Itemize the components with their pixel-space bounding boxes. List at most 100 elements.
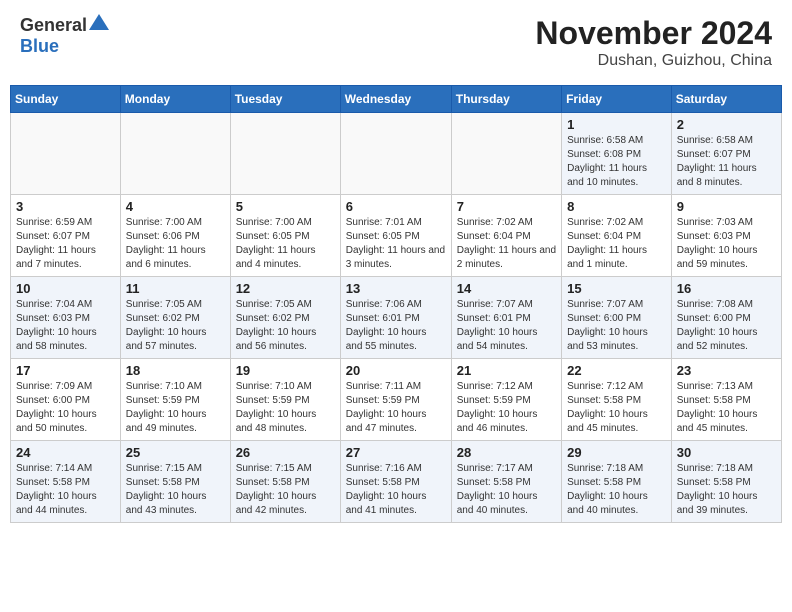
day-number: 20: [346, 363, 446, 378]
calendar-cell: 17Sunrise: 7:09 AM Sunset: 6:00 PM Dayli…: [11, 359, 121, 441]
day-number: 30: [677, 445, 776, 460]
day-number: 16: [677, 281, 776, 296]
calendar-cell: 10Sunrise: 7:04 AM Sunset: 6:03 PM Dayli…: [11, 277, 121, 359]
calendar-header-sunday: Sunday: [11, 86, 121, 113]
calendar-cell: [230, 113, 340, 195]
day-number: 18: [126, 363, 225, 378]
day-number: 9: [677, 199, 776, 214]
day-number: 15: [567, 281, 666, 296]
day-info: Sunrise: 7:00 AM Sunset: 6:06 PM Dayligh…: [126, 216, 225, 272]
calendar-cell: 9Sunrise: 7:03 AM Sunset: 6:03 PM Daylig…: [671, 195, 781, 277]
day-number: 8: [567, 199, 666, 214]
calendar-cell: 23 Sunrise: 7:13 AM Sunset: 5:58 PM Dayli…: [671, 359, 781, 441]
header: General Blue November 2024 Dushan, Guizh…: [10, 10, 782, 75]
calendar-cell: 29 Sunrise: 7:18 AM Sunset: 5:58 PM Dayli…: [562, 441, 672, 523]
day-info: Sunrise: 7:14 AM Sunset: 5:58 PM Dayligh…: [16, 462, 115, 518]
calendar-cell: [120, 113, 230, 195]
calendar-cell: 18Sunrise: 7:10 AM Sunset: 5:59 PM Dayli…: [120, 359, 230, 441]
calendar-cell: 5 Sunrise: 7:00 AM Sunset: 6:05 PM Daylig…: [230, 195, 340, 277]
day-number: 6: [346, 199, 446, 214]
day-info: Sunrise: 6:58 AM Sunset: 6:07 PM Dayligh…: [677, 134, 776, 190]
calendar-header-thursday: Thursday: [451, 86, 561, 113]
day-number: 26: [236, 445, 335, 460]
logo-general-text: General: [20, 15, 87, 36]
day-number: 23: [677, 363, 776, 378]
calendar-week-5: 24 Sunrise: 7:14 AM Sunset: 5:58 PM Dayli…: [11, 441, 782, 523]
day-info: Sunrise: 7:02 AM Sunset: 6:04 PM Dayligh…: [457, 216, 556, 272]
day-info: Sunrise: 7:13 AM Sunset: 5:58 PM Dayligh…: [677, 380, 776, 436]
day-info: Sunrise: 7:10 AM Sunset: 5:59 PM Dayligh…: [236, 380, 335, 436]
day-info: Sunrise: 7:07 AM Sunset: 6:00 PM Dayligh…: [567, 298, 666, 354]
calendar-cell: 14Sunrise: 7:07 AM Sunset: 6:01 PM Dayli…: [451, 277, 561, 359]
day-info: Sunrise: 7:11 AM Sunset: 5:59 PM Dayligh…: [346, 380, 446, 436]
day-number: 21: [457, 363, 556, 378]
day-number: 7: [457, 199, 556, 214]
day-info: Sunrise: 7:15 AM Sunset: 5:58 PM Dayligh…: [236, 462, 335, 518]
day-info: Sunrise: 7:07 AM Sunset: 6:01 PM Dayligh…: [457, 298, 556, 354]
logo: General Blue: [20, 15, 109, 57]
calendar-cell: 22Sunrise: 7:12 AM Sunset: 5:58 PM Dayli…: [562, 359, 672, 441]
day-info: Sunrise: 7:09 AM Sunset: 6:00 PM Dayligh…: [16, 380, 115, 436]
calendar-week-2: 3 Sunrise: 6:59 AM Sunset: 6:07 PM Daylig…: [11, 195, 782, 277]
day-number: 25: [126, 445, 225, 460]
calendar-header-friday: Friday: [562, 86, 672, 113]
day-number: 2: [677, 117, 776, 132]
calendar-cell: 24 Sunrise: 7:14 AM Sunset: 5:58 PM Dayli…: [11, 441, 121, 523]
calendar-cell: 25Sunrise: 7:15 AM Sunset: 5:58 PM Dayli…: [120, 441, 230, 523]
calendar-header-row: SundayMondayTuesdayWednesdayThursdayFrid…: [11, 86, 782, 113]
calendar-cell: 12Sunrise: 7:05 AM Sunset: 6:02 PM Dayli…: [230, 277, 340, 359]
calendar-cell: 3 Sunrise: 6:59 AM Sunset: 6:07 PM Daylig…: [11, 195, 121, 277]
day-info: Sunrise: 7:18 AM Sunset: 5:58 PM Dayligh…: [677, 462, 776, 518]
day-number: 4: [126, 199, 225, 214]
day-info: Sunrise: 7:16 AM Sunset: 5:58 PM Dayligh…: [346, 462, 446, 518]
day-info: Sunrise: 7:05 AM Sunset: 6:02 PM Dayligh…: [236, 298, 335, 354]
day-number: 28: [457, 445, 556, 460]
calendar-cell: 15 Sunrise: 7:07 AM Sunset: 6:00 PM Dayli…: [562, 277, 672, 359]
calendar-cell: [340, 113, 451, 195]
day-number: 27: [346, 445, 446, 460]
calendar-cell: [11, 113, 121, 195]
calendar-header-tuesday: Tuesday: [230, 86, 340, 113]
month-title: November 2024: [535, 15, 772, 52]
day-info: Sunrise: 7:08 AM Sunset: 6:00 PM Dayligh…: [677, 298, 776, 354]
calendar-cell: 8Sunrise: 7:02 AM Sunset: 6:04 PM Daylig…: [562, 195, 672, 277]
calendar-cell: 4 Sunrise: 7:00 AM Sunset: 6:06 PM Daylig…: [120, 195, 230, 277]
calendar-week-3: 10Sunrise: 7:04 AM Sunset: 6:03 PM Dayli…: [11, 277, 782, 359]
calendar-cell: 28 Sunrise: 7:17 AM Sunset: 5:58 PM Dayli…: [451, 441, 561, 523]
calendar-cell: 1 Sunrise: 6:58 AM Sunset: 6:08 PM Daylig…: [562, 113, 672, 195]
calendar-cell: 21 Sunrise: 7:12 AM Sunset: 5:59 PM Dayli…: [451, 359, 561, 441]
day-number: 1: [567, 117, 666, 132]
calendar: SundayMondayTuesdayWednesdayThursdayFrid…: [10, 85, 782, 523]
day-number: 11: [126, 281, 225, 296]
day-info: Sunrise: 7:00 AM Sunset: 6:05 PM Dayligh…: [236, 216, 335, 272]
day-number: 24: [16, 445, 115, 460]
day-number: 10: [16, 281, 115, 296]
calendar-cell: 20 Sunrise: 7:11 AM Sunset: 5:59 PM Dayli…: [340, 359, 451, 441]
logo-icon: [89, 14, 109, 35]
day-info: Sunrise: 6:58 AM Sunset: 6:08 PM Dayligh…: [567, 134, 666, 190]
day-number: 5: [236, 199, 335, 214]
calendar-cell: 13 Sunrise: 7:06 AM Sunset: 6:01 PM Dayli…: [340, 277, 451, 359]
day-info: Sunrise: 7:17 AM Sunset: 5:58 PM Dayligh…: [457, 462, 556, 518]
calendar-cell: 27 Sunrise: 7:16 AM Sunset: 5:58 PM Dayli…: [340, 441, 451, 523]
calendar-cell: 11Sunrise: 7:05 AM Sunset: 6:02 PM Dayli…: [120, 277, 230, 359]
calendar-cell: 2 Sunrise: 6:58 AM Sunset: 6:07 PM Daylig…: [671, 113, 781, 195]
day-info: Sunrise: 7:12 AM Sunset: 5:59 PM Dayligh…: [457, 380, 556, 436]
day-info: Sunrise: 6:59 AM Sunset: 6:07 PM Dayligh…: [16, 216, 115, 272]
day-info: Sunrise: 7:12 AM Sunset: 5:58 PM Dayligh…: [567, 380, 666, 436]
calendar-cell: [451, 113, 561, 195]
calendar-cell: 7 Sunrise: 7:02 AM Sunset: 6:04 PM Daylig…: [451, 195, 561, 277]
calendar-cell: 19 Sunrise: 7:10 AM Sunset: 5:59 PM Dayli…: [230, 359, 340, 441]
calendar-week-1: 1 Sunrise: 6:58 AM Sunset: 6:08 PM Daylig…: [11, 113, 782, 195]
subtitle: Dushan, Guizhou, China: [535, 52, 772, 70]
day-info: Sunrise: 7:18 AM Sunset: 5:58 PM Dayligh…: [567, 462, 666, 518]
calendar-header-monday: Monday: [120, 86, 230, 113]
day-info: Sunrise: 7:06 AM Sunset: 6:01 PM Dayligh…: [346, 298, 446, 354]
day-number: 3: [16, 199, 115, 214]
day-number: 19: [236, 363, 335, 378]
day-number: 13: [346, 281, 446, 296]
day-number: 29: [567, 445, 666, 460]
calendar-header-saturday: Saturday: [671, 86, 781, 113]
calendar-week-4: 17Sunrise: 7:09 AM Sunset: 6:00 PM Dayli…: [11, 359, 782, 441]
logo-blue-text: Blue: [20, 36, 59, 57]
